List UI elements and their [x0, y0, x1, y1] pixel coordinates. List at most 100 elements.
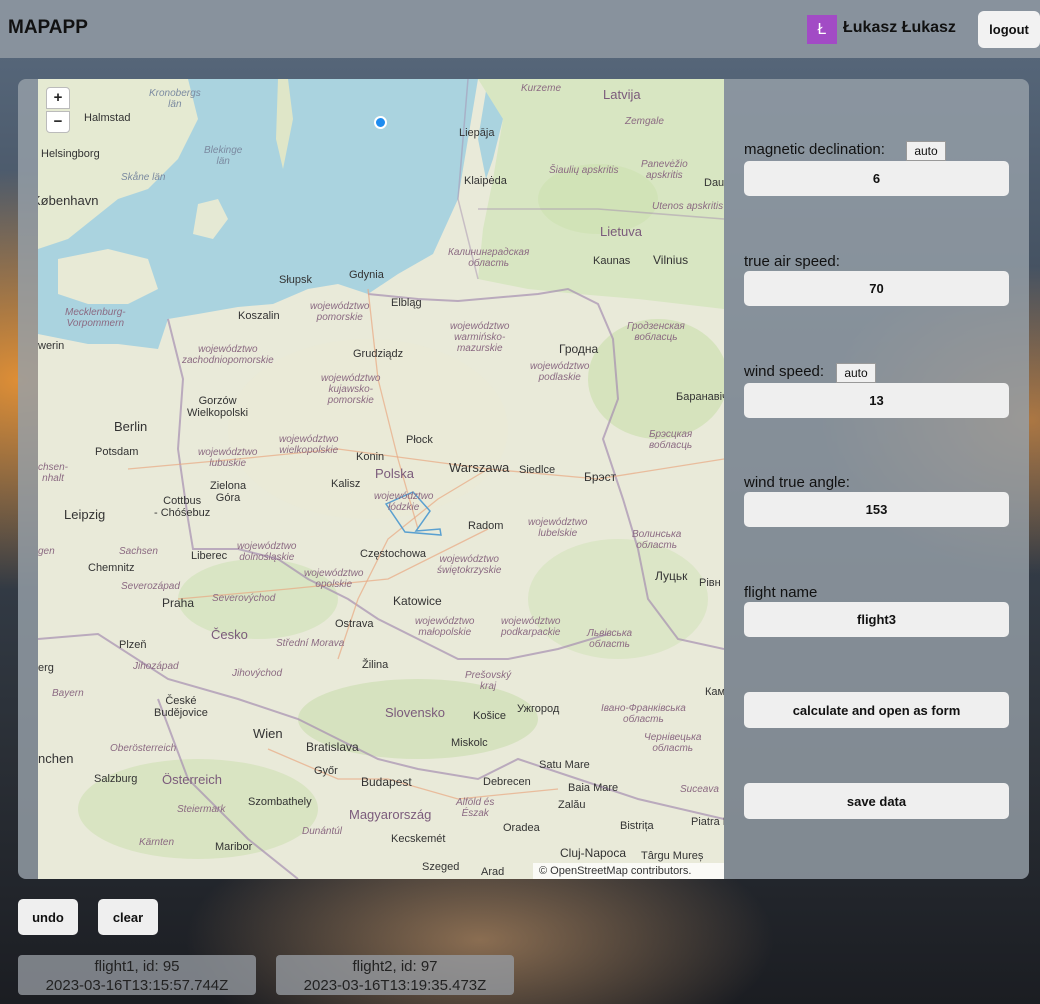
map-label: Płock	[406, 434, 433, 446]
map-label: województwo warmińsko- mazurskie	[450, 321, 510, 354]
save-data-button[interactable]: save data	[744, 783, 1009, 819]
map-label: Potsdam	[95, 446, 139, 458]
map-label: Prešovský kraj	[465, 670, 512, 692]
map-label: Волинська область	[632, 529, 682, 551]
avatar: Ł	[807, 15, 837, 44]
map-label: Severovýchod	[212, 593, 276, 604]
map-label: Severozápad	[121, 581, 180, 592]
map-label: Miskolc	[451, 737, 488, 749]
wind-true-angle-label: wind true angle:	[744, 474, 850, 491]
map-label: Oradea	[503, 822, 540, 834]
map-label: Warszawa	[449, 460, 510, 475]
map-label: województwo podlaskie	[530, 361, 590, 383]
user-name: Łukasz Łukasz	[843, 19, 956, 36]
true-air-speed-input[interactable]: 70	[744, 271, 1009, 306]
map-label: Zemgale	[625, 116, 664, 127]
map-label: Szombathely	[248, 796, 312, 808]
map-label: Брэст	[584, 470, 617, 484]
map-label: Chemnitz	[88, 562, 135, 574]
undo-button[interactable]: undo	[18, 899, 78, 935]
map-label: województwo świętokrzyskie	[437, 554, 502, 576]
map-label: Siedlce	[519, 464, 556, 476]
clear-button[interactable]: clear	[98, 899, 158, 935]
map-label: Suceava	[680, 784, 719, 795]
map-label: Kalisz	[331, 478, 361, 490]
map-label: Lietuva	[600, 224, 642, 239]
map-label: Elbląg	[391, 297, 422, 309]
map-label: Košice	[473, 710, 507, 722]
map-label: Bratislava	[306, 740, 359, 754]
map-label: Leipzig	[64, 507, 106, 522]
map-label: Střední Morava	[276, 638, 345, 649]
map-label: województwo lubuskie	[198, 447, 258, 469]
wind-speed-auto-button[interactable]: auto	[836, 363, 876, 383]
map-label: Івано-Франківська область	[601, 703, 686, 725]
map-label: Dunántúl	[302, 826, 343, 837]
map-label: Arad	[481, 866, 505, 878]
map-label: Salzburg	[94, 773, 138, 785]
map-label: Гродна	[559, 342, 599, 356]
flight-title: flight1, id: 95	[94, 958, 180, 975]
flight-name-input[interactable]: flight3	[744, 602, 1009, 637]
map-label: Debrecen	[483, 776, 531, 788]
zoom-in-button[interactable]: +	[46, 87, 70, 109]
flight-title: flight2, id: 97	[352, 958, 438, 975]
map-attribution[interactable]: © OpenStreetMap contributors.	[533, 863, 724, 879]
map-label: Česko	[211, 627, 248, 642]
map-label: Oberösterreich	[110, 743, 177, 754]
magnetic-declination-input[interactable]: 6	[744, 161, 1009, 196]
map-label: Рівн	[699, 577, 721, 589]
map[interactable]: Kronobergs län Halmstad Blekinge län Hel…	[38, 79, 724, 879]
flight-card[interactable]: flight1, id: 95 2023-03-16T13:15:57.744Z	[18, 955, 256, 995]
map-label: Polska	[375, 466, 415, 481]
map-label: gen	[38, 546, 55, 557]
map-label: Kaunas	[593, 255, 631, 267]
map-label: województwo kujawsko- pomorskie	[321, 373, 381, 406]
wind-speed-input[interactable]: 13	[744, 383, 1009, 418]
flight-name-label: flight name	[744, 584, 818, 601]
map-label: Jihovýchod	[232, 668, 283, 679]
map-label: województwo łódzkie	[374, 491, 434, 513]
map-label: Vilnius	[653, 253, 689, 267]
map-label: Liberec	[191, 550, 228, 562]
map-label: Slovensko	[385, 705, 445, 720]
map-label: Mecklenburg- Vorpommern	[65, 307, 126, 329]
map-label: Kecskemét	[391, 833, 446, 845]
flight-timestamp: 2023-03-16T13:19:35.473Z	[303, 977, 487, 994]
map-label: Daug	[704, 177, 724, 189]
logout-button[interactable]: logout	[978, 11, 1040, 48]
map-label: Zalău	[558, 799, 586, 811]
map-label: Katowice	[393, 594, 442, 608]
map-label: Österreich	[162, 772, 222, 787]
map-label: Utenos apskritis	[652, 201, 724, 212]
map-label: Steiermark	[177, 804, 226, 815]
wind-true-angle-input[interactable]: 153	[744, 492, 1009, 527]
map-label: Słupsk	[279, 274, 313, 286]
magnetic-declination-auto-button[interactable]: auto	[906, 141, 946, 161]
magnetic-declination-label: magnetic declination:	[744, 141, 885, 158]
map-label: Győr	[314, 765, 338, 777]
map-label: Halmstad	[84, 112, 131, 124]
map-label: województwo zachodniopomorskie	[182, 344, 274, 366]
map-label: Луцьк	[655, 569, 688, 583]
map-label: Bistrița	[620, 820, 654, 832]
map-label: Baia Mare	[568, 782, 619, 794]
map-label: Piatra Ne	[691, 816, 724, 828]
flight-timestamp: 2023-03-16T13:15:57.744Z	[45, 977, 229, 994]
map-label: województwo podkarpackie	[501, 616, 561, 638]
zoom-out-button[interactable]: −	[46, 111, 70, 133]
map-label: Plzeň	[119, 639, 147, 651]
map-label: Latvija	[603, 87, 641, 102]
map-label: Zielona Góra	[210, 480, 247, 504]
map-label: Koszalin	[238, 310, 280, 322]
flight-card[interactable]: flight2, id: 97 2023-03-16T13:19:35.473Z	[276, 955, 514, 995]
true-air-speed-label: true air speed:	[744, 253, 840, 270]
map-label: Skåne län	[121, 172, 166, 183]
map-label: Брэсцкая вобласць	[649, 429, 693, 451]
map-label: Szeged	[422, 861, 460, 873]
map-label: Jihozápad	[133, 661, 179, 672]
calculate-button[interactable]: calculate and open as form	[744, 692, 1009, 728]
map-label: Budapest	[361, 775, 412, 789]
map-label: København	[38, 193, 99, 208]
map-label: województwo pomorskie	[310, 301, 370, 323]
